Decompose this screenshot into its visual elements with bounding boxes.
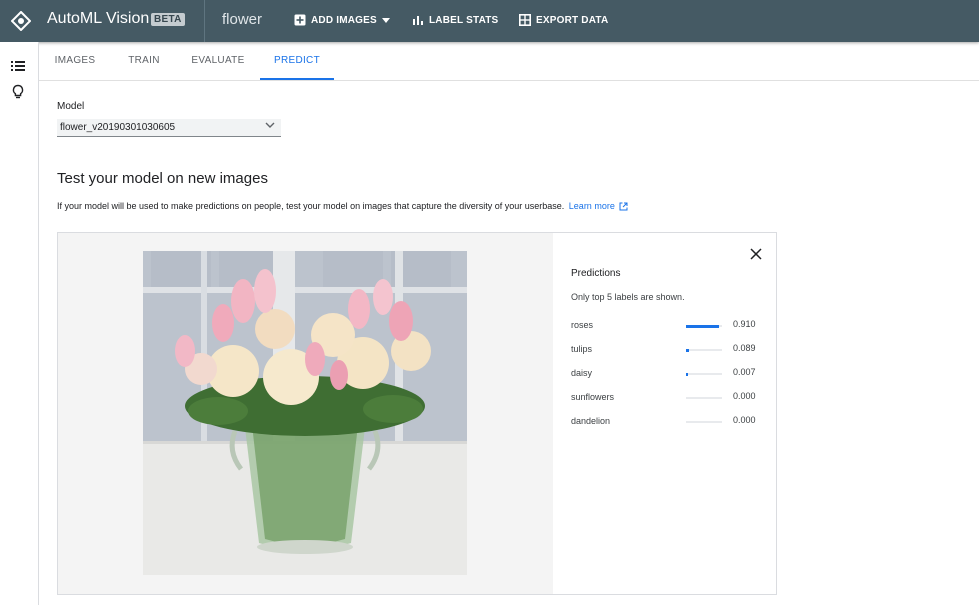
flower-bouquet-image (143, 251, 467, 575)
dataset-name: flower (222, 11, 263, 28)
tab-train[interactable]: TRAIN (111, 42, 177, 80)
score-bar (686, 397, 722, 399)
prediction-score: 0.007 (733, 367, 756, 377)
tab-evaluate[interactable]: EVALUATE (177, 42, 259, 80)
bar-chart-icon (413, 16, 423, 25)
tab-images[interactable]: IMAGES (39, 42, 111, 80)
export-data-label: EXPORT DATA (536, 14, 609, 26)
prediction-row: tulips 0.089 (571, 343, 761, 358)
app-title: AutoML Vision (47, 10, 150, 27)
grid-table-icon (519, 14, 531, 26)
chevron-down-icon (265, 122, 275, 128)
prediction-label: roses (571, 320, 594, 330)
predictions-title: Predictions (571, 268, 621, 279)
add-images-label: ADD IMAGES (311, 14, 377, 26)
tab-predict[interactable]: PREDICT (260, 42, 334, 80)
model-select-value: flower_v20190301030605 (60, 122, 176, 133)
left-rail (0, 42, 39, 605)
prediction-row: sunflowers 0.000 (571, 391, 761, 406)
score-bar (686, 372, 722, 376)
export-data-button[interactable]: EXPORT DATA (519, 14, 608, 26)
automl-logo-icon[interactable] (11, 11, 31, 31)
lightbulb-icon[interactable] (10, 84, 26, 100)
label-stats-button[interactable]: LABEL STATS (412, 14, 498, 26)
prediction-card: Predictions Only top 5 labels are shown.… (57, 232, 777, 595)
app-bar: AutoML Vision BETA flower ADD IMAGES LAB… (0, 0, 979, 42)
section-description: If your model will be used to make predi… (57, 201, 628, 211)
plus-box-icon (294, 14, 306, 26)
add-images-button[interactable]: ADD IMAGES (294, 14, 390, 26)
label-stats-label: LABEL STATS (429, 14, 499, 26)
prediction-row: roses 0.910 (571, 319, 761, 334)
score-bar (686, 348, 722, 352)
header-divider (204, 0, 205, 42)
predictions-note: Only top 5 labels are shown. (571, 292, 685, 302)
list-icon[interactable] (10, 58, 26, 74)
prediction-row: dandelion 0.000 (571, 415, 761, 430)
beta-badge: BETA (151, 13, 185, 26)
close-icon[interactable] (749, 247, 763, 261)
score-bar-fill (686, 348, 690, 352)
prediction-label: dandelion (571, 416, 611, 426)
prediction-label: daisy (571, 368, 593, 378)
image-panel (58, 233, 553, 594)
prediction-score: 0.089 (733, 343, 756, 353)
model-select[interactable]: flower_v20190301030605 (57, 119, 281, 137)
model-label: Model (57, 101, 85, 112)
prediction-score: 0.000 (733, 415, 756, 425)
section-heading: Test your model on new images (57, 170, 268, 187)
prediction-score: 0.000 (733, 391, 756, 401)
prediction-label: tulips (571, 344, 593, 354)
score-bar (686, 421, 722, 423)
prediction-label: sunflowers (571, 392, 615, 402)
caret-down-icon (381, 17, 390, 23)
score-bar (686, 324, 722, 328)
score-bar-fill (686, 324, 719, 328)
prediction-row: daisy 0.007 (571, 367, 761, 382)
tab-bar: IMAGES TRAIN EVALUATE PREDICT (39, 42, 979, 81)
prediction-score: 0.910 (733, 319, 756, 329)
learn-more-link[interactable]: Learn more (569, 201, 615, 211)
external-link-icon[interactable] (619, 202, 628, 211)
description-text: If your model will be used to make predi… (57, 201, 565, 211)
score-bar-fill (686, 372, 689, 376)
